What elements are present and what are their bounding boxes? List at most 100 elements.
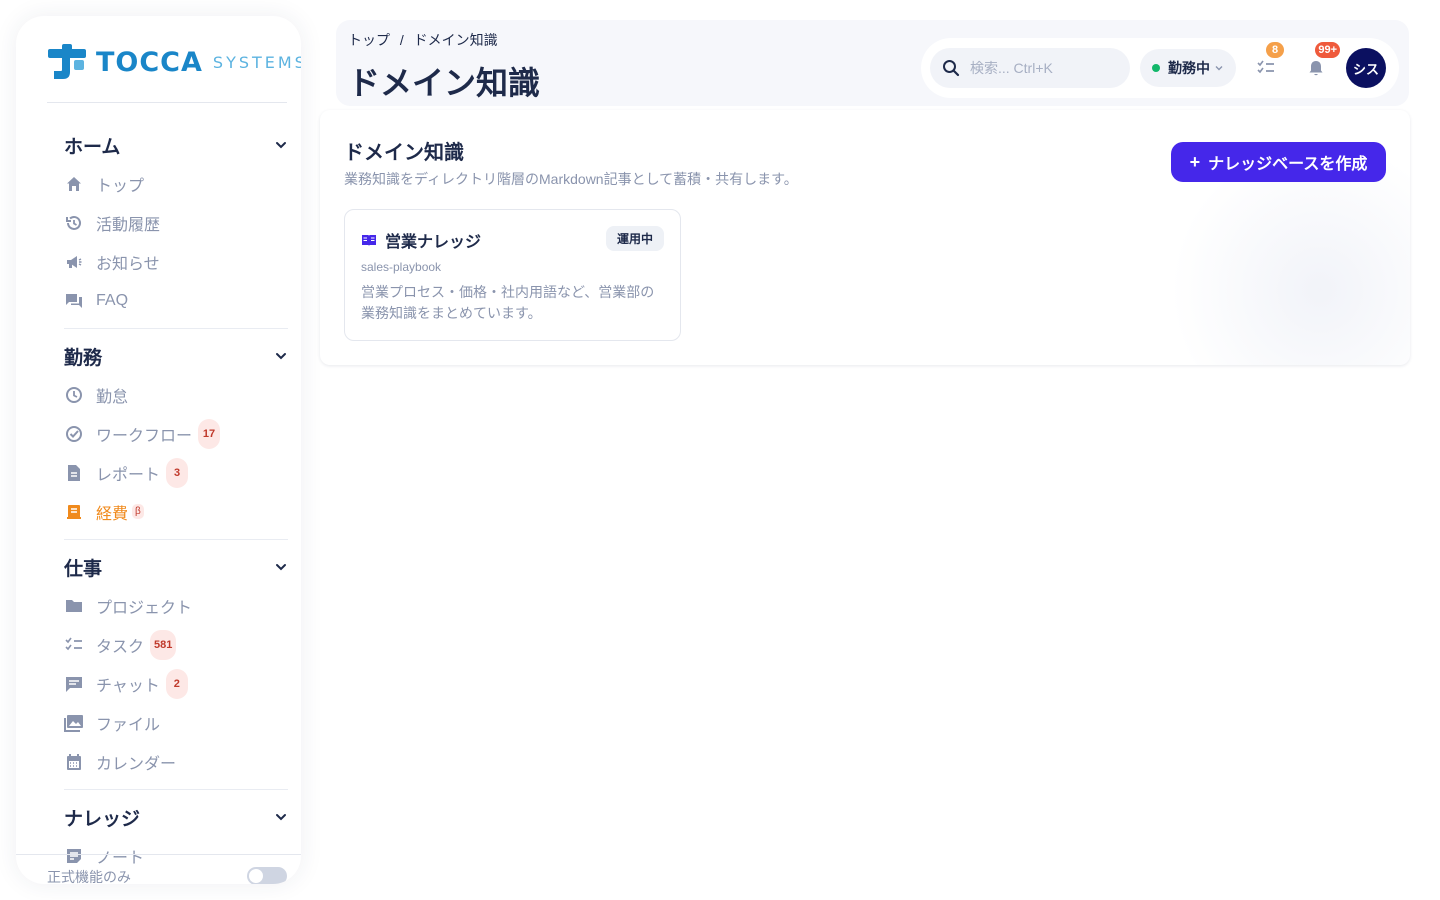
sidebar-item-projects[interactable]: プロジェクト: [64, 586, 288, 625]
create-button-label: ナレッジベースを作成: [1208, 156, 1368, 173]
logo-brand: TOCCA: [96, 46, 203, 78]
sidebar-item-label: 経費: [96, 505, 129, 523]
section-title: ホーム: [64, 136, 121, 158]
work-status-dropdown[interactable]: 勤務中: [1140, 49, 1236, 87]
chat-icon: [64, 674, 84, 694]
section-subtitle: 業務知識をディレクトリ階層のMarkdown記事として蓄積・共有します。: [344, 171, 798, 187]
official-only-toggle[interactable]: [247, 867, 287, 884]
chevron-down-icon: [276, 142, 286, 149]
logo-suffix: SYSTEMS: [212, 52, 301, 72]
section-header-knowledge[interactable]: ナレッジ: [64, 798, 288, 836]
knowledge-base-header: 営業ナレッジ: [361, 228, 481, 252]
faq-icon: [64, 291, 84, 311]
checklist-icon: [1257, 60, 1274, 74]
sidebar-item-files[interactable]: ファイル: [64, 703, 288, 742]
bell-icon: [1309, 61, 1323, 76]
sidebar-item-workflow[interactable]: ワークフロー 17: [64, 414, 288, 453]
sidebar-item-reports[interactable]: レポート 3: [64, 453, 288, 492]
knowledge-base-description: 営業プロセス・価格・社内用語など、営業部の業務知識をまとめています。: [361, 284, 655, 321]
section-header-work[interactable]: 勤務: [64, 337, 288, 375]
sidebar-item-history[interactable]: 活動履歴: [64, 203, 288, 242]
breadcrumb-separator: /: [399, 32, 404, 48]
workflow-count-badge: 17: [198, 418, 221, 449]
checklist-icon: [64, 635, 84, 655]
sidebar-item-label: レポート: [96, 466, 161, 484]
status-badge: 運用中: [605, 226, 664, 251]
search-icon: [943, 60, 960, 77]
images-icon: [64, 713, 84, 733]
search-box[interactable]: [930, 48, 1130, 88]
domain-knowledge-panel: ドメイン知識 業務知識をディレクトリ階層のMarkdown記事として蓄積・共有し…: [320, 110, 1410, 365]
check-circle-icon: [64, 424, 84, 444]
sidebar-item-label: トップ: [96, 177, 145, 195]
chevron-down-icon: [276, 814, 286, 821]
reports-count-badge: 3: [166, 457, 189, 488]
create-knowledge-base-button[interactable]: + ナレッジベースを作成: [1171, 142, 1386, 182]
sidebar-item-label: お知らせ: [96, 255, 160, 273]
avatar[interactable]: シス: [1346, 48, 1386, 88]
sidebar-item-label: ファイル: [96, 716, 161, 734]
breadcrumb: トップ / ドメイン知識: [348, 30, 504, 50]
sidebar-item-label: プロジェクト: [96, 599, 193, 617]
tasks-count-badge: 581: [150, 629, 177, 660]
toggle-knob: [249, 869, 263, 883]
chevron-down-icon: [276, 353, 286, 360]
sidebar-item-label: カレンダー: [96, 755, 177, 773]
plus-icon: +: [1189, 151, 1201, 172]
sidebar-item-top[interactable]: トップ: [64, 164, 288, 203]
folder-icon: [64, 596, 84, 616]
sidebar: TOCCA SYSTEMS ホーム トップ 活動履歴 お知らせ FAQ 勤務 勤…: [16, 16, 301, 884]
sidebar-item-label: 活動履歴: [96, 216, 161, 234]
sidebar-item-label: 勤怠: [96, 388, 129, 406]
status-dot: [1152, 64, 1160, 72]
sidebar-item-calendar[interactable]: カレンダー: [64, 742, 288, 781]
sidebar-item-label: FAQ: [96, 291, 129, 309]
megaphone-icon: [64, 252, 84, 272]
calendar-icon: [64, 752, 84, 772]
sidebar-item-chat[interactable]: チャット 2: [64, 664, 288, 703]
document-icon: [64, 463, 84, 483]
sidebar-item-announcements[interactable]: お知らせ: [64, 242, 288, 281]
section-title: ドメイン知識: [344, 142, 464, 164]
knowledge-base-name: 営業ナレッジ: [385, 234, 482, 251]
beta-badge: β: [132, 504, 144, 519]
search-input[interactable]: [970, 60, 1120, 76]
breadcrumb-current: ドメイン知識: [413, 32, 498, 48]
tasks-count-badge: 8: [1266, 42, 1284, 58]
logo-divider: [47, 102, 287, 103]
tocca-logo-icon: [48, 44, 86, 79]
section-header-jobs[interactable]: 仕事: [64, 548, 288, 586]
sidebar-item-attendance[interactable]: 勤怠: [64, 375, 288, 414]
breadcrumb-top-link[interactable]: トップ: [348, 32, 390, 48]
section-title: 勤務: [64, 347, 103, 369]
book-icon: [362, 235, 376, 246]
status-label: 勤務中: [1168, 60, 1210, 76]
nav-section-jobs: 仕事 プロジェクト タスク 581 チャット 2 ファイル カレンダー: [64, 548, 288, 790]
section-title: 仕事: [64, 558, 103, 580]
chevron-down-icon: [1215, 66, 1223, 71]
section-title: ナレッジ: [64, 808, 141, 830]
header-toolbar: 勤務中 8 99+ シス: [921, 38, 1399, 98]
section-header-home[interactable]: ホーム: [64, 126, 288, 164]
notifications-count-badge: 99+: [1315, 42, 1340, 58]
knowledge-base-slug: sales-playbook: [361, 260, 442, 274]
logo[interactable]: TOCCA SYSTEMS: [48, 42, 301, 82]
home-icon: [64, 174, 84, 194]
sidebar-item-faq[interactable]: FAQ: [64, 281, 288, 320]
knowledge-base-card[interactable]: 営業ナレッジ 運用中 sales-playbook 営業プロセス・価格・社内用語…: [344, 209, 681, 341]
chevron-down-icon: [276, 564, 286, 571]
receipt-icon: [64, 502, 84, 522]
sidebar-item-label: ワークフロー: [96, 427, 193, 445]
nav-section-work: 勤務 勤怠 ワークフロー 17 レポート 3 経費 β: [64, 337, 288, 540]
official-only-label: 正式機能のみ: [47, 869, 131, 884]
sidebar-footer: 正式機能のみ: [16, 854, 301, 884]
page-title: ドメイン知識: [348, 65, 541, 101]
sidebar-item-expenses[interactable]: 経費 β: [64, 492, 288, 531]
sidebar-item-tasks[interactable]: タスク 581: [64, 625, 288, 664]
sidebar-nav: ホーム トップ 活動履歴 お知らせ FAQ 勤務 勤怠 ワークフロー 17 レポ…: [64, 126, 288, 884]
notifications-button[interactable]: 99+: [1296, 42, 1340, 88]
tasks-button[interactable]: 8: [1246, 42, 1286, 88]
nav-section-home: ホーム トップ 活動履歴 お知らせ FAQ: [64, 126, 288, 329]
chat-count-badge: 2: [165, 668, 188, 699]
clock-icon: [64, 385, 84, 405]
